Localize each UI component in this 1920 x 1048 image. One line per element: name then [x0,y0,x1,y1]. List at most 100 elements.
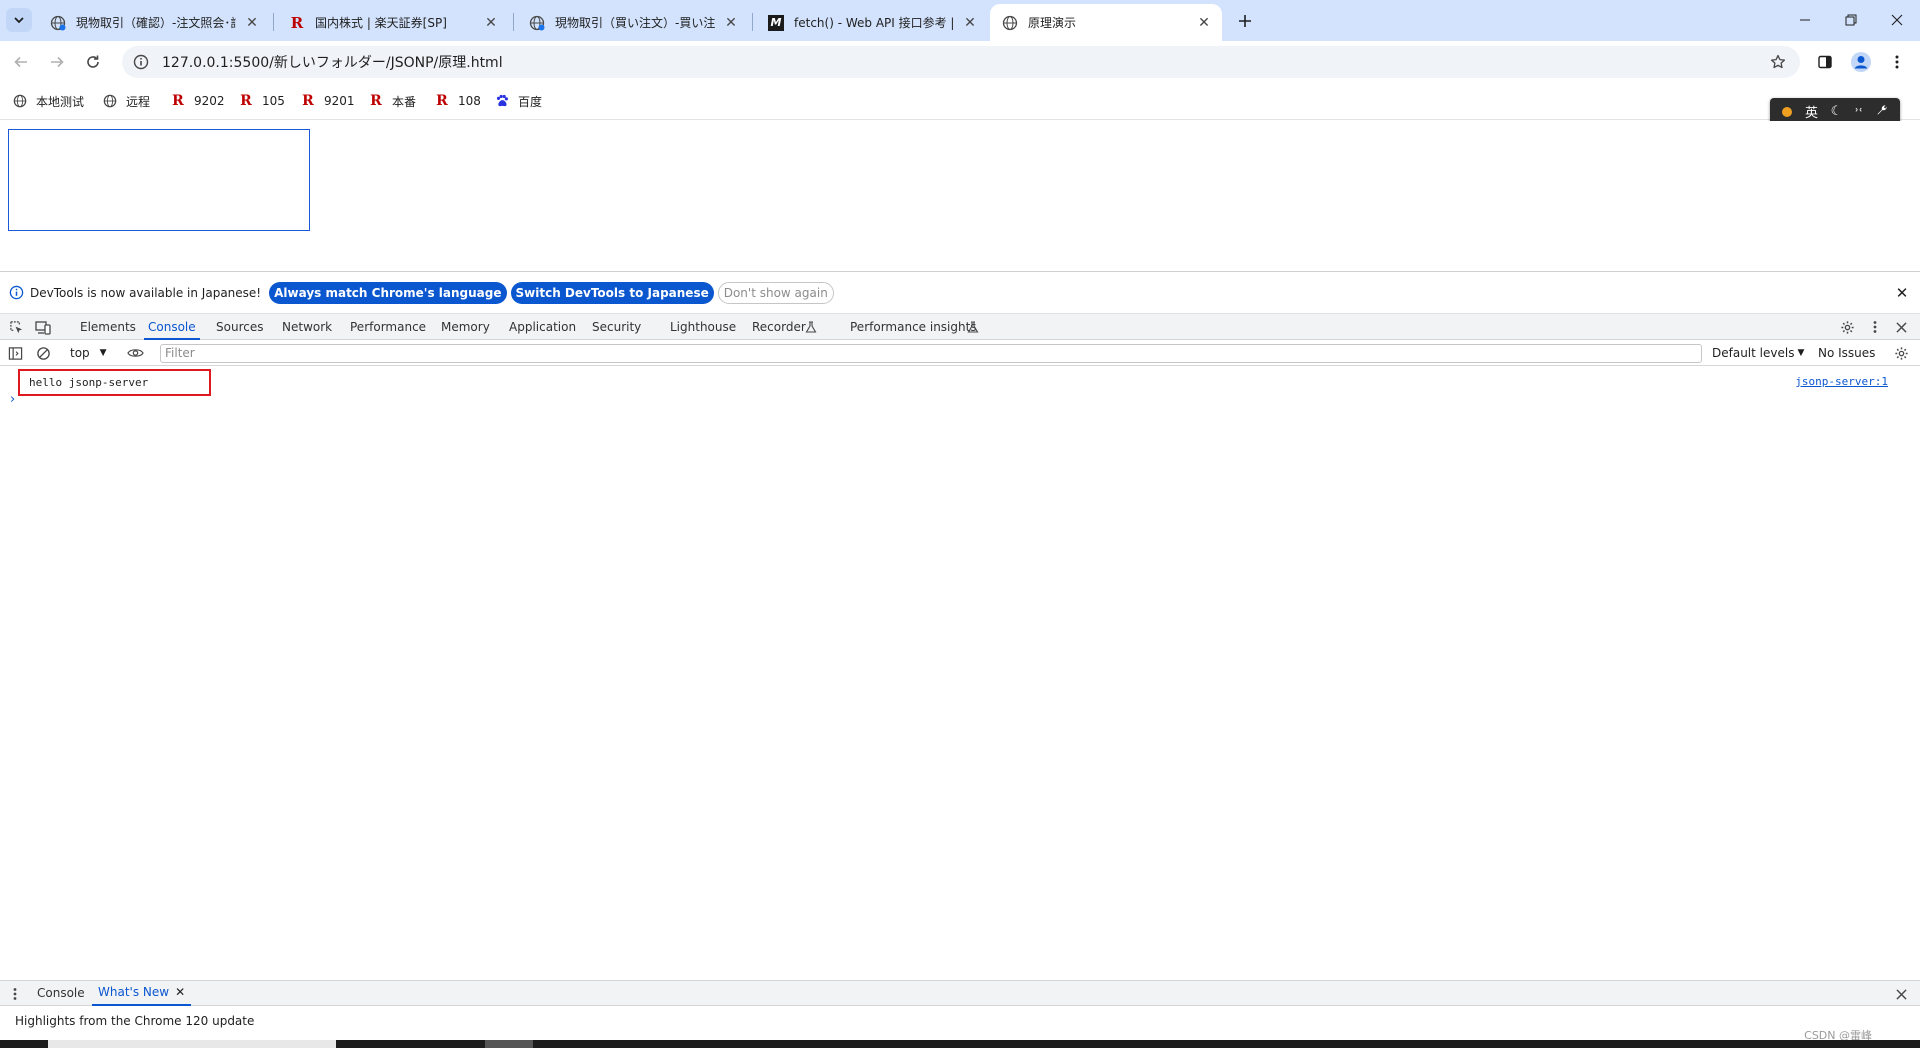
restore-icon [1845,14,1857,26]
devtools-tab-security[interactable]: Security [592,314,641,340]
bookmark-star-icon[interactable] [1764,48,1792,76]
inspect-element-icon[interactable] [7,318,25,336]
bookmark-9201[interactable]: R 9201 [300,91,355,111]
address-bar[interactable]: 127.0.0.1:5500/新しいフォルダー/JSONP/原理.html [122,46,1800,78]
restore-button[interactable] [1828,0,1874,40]
moon-icon[interactable]: ☾ [1831,104,1843,119]
devtools-tab-elements[interactable]: Elements [80,314,136,340]
live-expression-eye-icon[interactable] [126,344,144,362]
devtools-tab-network[interactable]: Network [282,314,332,340]
rakuten-logo-icon: R [370,93,382,109]
drawer-tab-whats-new[interactable]: What's New ✕ [92,980,192,1006]
drawer-menu-icon[interactable] [6,985,24,1003]
devtools-panel: DevTools is now available in Japanese! A… [0,271,1920,1048]
tab-title: 国内株式 | 楽天証券[SP] [315,16,447,30]
close-devtools-icon[interactable] [1892,318,1910,336]
close-infobar-icon[interactable]: ✕ [1894,285,1910,301]
bookmark-label: 本地测试 [36,94,85,109]
switch-to-japanese-button[interactable]: Switch DevTools to Japanese [510,281,714,304]
browser-menu-button[interactable] [1884,49,1910,75]
plus-icon [1239,15,1251,27]
always-match-language-button[interactable]: Always match Chrome's language [269,281,507,304]
devtools-tab-console[interactable]: Console [144,314,200,340]
bookmark-108[interactable]: R 108 [434,91,481,111]
profile-button[interactable] [1848,49,1874,75]
back-button[interactable] [8,49,34,75]
globe-icon [1002,15,1018,31]
new-tab-button[interactable] [1232,8,1258,34]
devtools-more-options-icon[interactable] [1866,318,1884,336]
bookmark-baidu[interactable]: 百度 [494,91,542,111]
devtools-tab-sources[interactable]: Sources [216,314,263,340]
url-text[interactable]: 127.0.0.1:5500/新しいフォルダー/JSONP/原理.html [162,52,1764,72]
tab-kokunai-kabushiki[interactable]: R 国内株式 | 楽天証券[SP] ✕ [277,4,509,41]
wrench-icon[interactable] [1876,104,1888,120]
devtools-settings-icon[interactable] [1838,318,1856,336]
close-tab-icon[interactable]: ✕ [175,980,185,1005]
context-selector[interactable]: top ▼ [70,344,107,362]
devtools-tab-memory[interactable]: Memory [441,314,490,340]
bookmark-105[interactable]: R 105 [238,91,285,111]
tab-genbutsu-kakunin[interactable]: 現物取引（確認）-注文照会･訂 ✕ [38,4,270,41]
bookmark-remote[interactable]: 远程 [102,91,150,111]
rakuten-logo-icon: R [172,93,184,109]
baidu-paw-icon [494,93,510,109]
whats-new-panel: Highlights from the Chrome 120 update CS… [0,1006,1920,1042]
devtools-tab-performance[interactable]: Performance [350,314,426,340]
tab-search-button[interactable] [6,8,32,32]
page-viewport [0,121,1920,271]
minimize-button[interactable] [1782,0,1828,40]
side-panel-button[interactable] [1812,49,1838,75]
tab-close-icon[interactable]: ✕ [483,15,499,31]
bookmark-label: 远程 [126,94,151,109]
dont-show-again-button[interactable]: Don't show again [717,281,834,304]
globe-icon [50,15,66,31]
device-toolbar-icon[interactable] [34,318,52,336]
taskbar-segment[interactable] [485,1040,533,1048]
info-icon [8,285,24,301]
issues-counter[interactable]: No Issues [1818,344,1875,362]
tab-genbutsu-kaichuumon[interactable]: 現物取引（買い注文）-買い注文 ✕ [517,4,749,41]
tab-close-icon[interactable]: ✕ [962,15,978,31]
bookmark-local-test[interactable]: 本地测试 [12,91,84,111]
infobar-message: DevTools is now available in Japanese! [30,285,262,300]
bookmarks-bar: 本地测试 远程 R 9202 R 105 R 9201 R 本番 R 108 百… [0,82,1920,120]
tab-fetch-mdn[interactable]: M fetch() - Web API 接口参考 | MD ✕ [756,4,988,41]
site-info-icon[interactable] [132,53,150,71]
tab-separator [513,13,514,31]
bookmark-label: 本番 [392,94,417,109]
close-drawer-icon[interactable] [1892,985,1910,1003]
forward-button[interactable] [44,49,70,75]
bookmark-label: 9201 [324,94,355,108]
console-filter-input[interactable]: Filter [160,344,1702,363]
bookmark-honban[interactable]: R 本番 [368,91,416,111]
tab-close-icon[interactable]: ✕ [244,15,260,31]
minimize-icon [1800,19,1810,21]
tab-genri-enji[interactable]: 原理演示 ✕ [990,4,1222,41]
drawer-tab-console[interactable]: Console [37,981,85,1006]
console-prompt[interactable]: › [10,392,15,407]
log-levels-dropdown[interactable]: Default levels ▼ [1712,344,1804,362]
whats-new-highlight: Highlights from the Chrome 120 update [15,1014,255,1028]
reload-button[interactable] [80,49,106,75]
globe-icon [529,15,545,31]
globe-icon [102,93,118,109]
devtools-tab-lighthouse[interactable]: Lighthouse [670,314,736,340]
drawer-tab-label: What's New [98,985,170,999]
log-levels-value: Default levels [1712,346,1795,360]
close-window-button[interactable] [1874,0,1920,40]
tab-close-icon[interactable]: ✕ [723,15,739,31]
devtools-tab-performance-insights[interactable]: Performance insights [850,314,977,340]
devtools-tab-application[interactable]: Application [509,314,576,340]
sparkle-icon[interactable]: ˒˓ [1855,104,1863,119]
tab-close-icon[interactable]: ✕ [1196,15,1212,31]
console-settings-icon[interactable] [1892,344,1910,362]
bookmark-9202[interactable]: R 9202 [170,91,224,111]
taskbar-thumbnail[interactable] [48,1040,336,1048]
show-sidebar-icon[interactable] [6,344,24,362]
console-log-source-link[interactable]: jsonp-server:1 [1795,375,1888,388]
language-indicator[interactable]: 英 [1805,102,1818,121]
clear-console-icon[interactable] [34,344,52,362]
tab-strip: 現物取引（確認）-注文照会･訂 ✕ R 国内株式 | 楽天証券[SP] ✕ 現物… [0,0,1920,41]
devtools-tab-recorder[interactable]: Recorder [752,314,806,340]
